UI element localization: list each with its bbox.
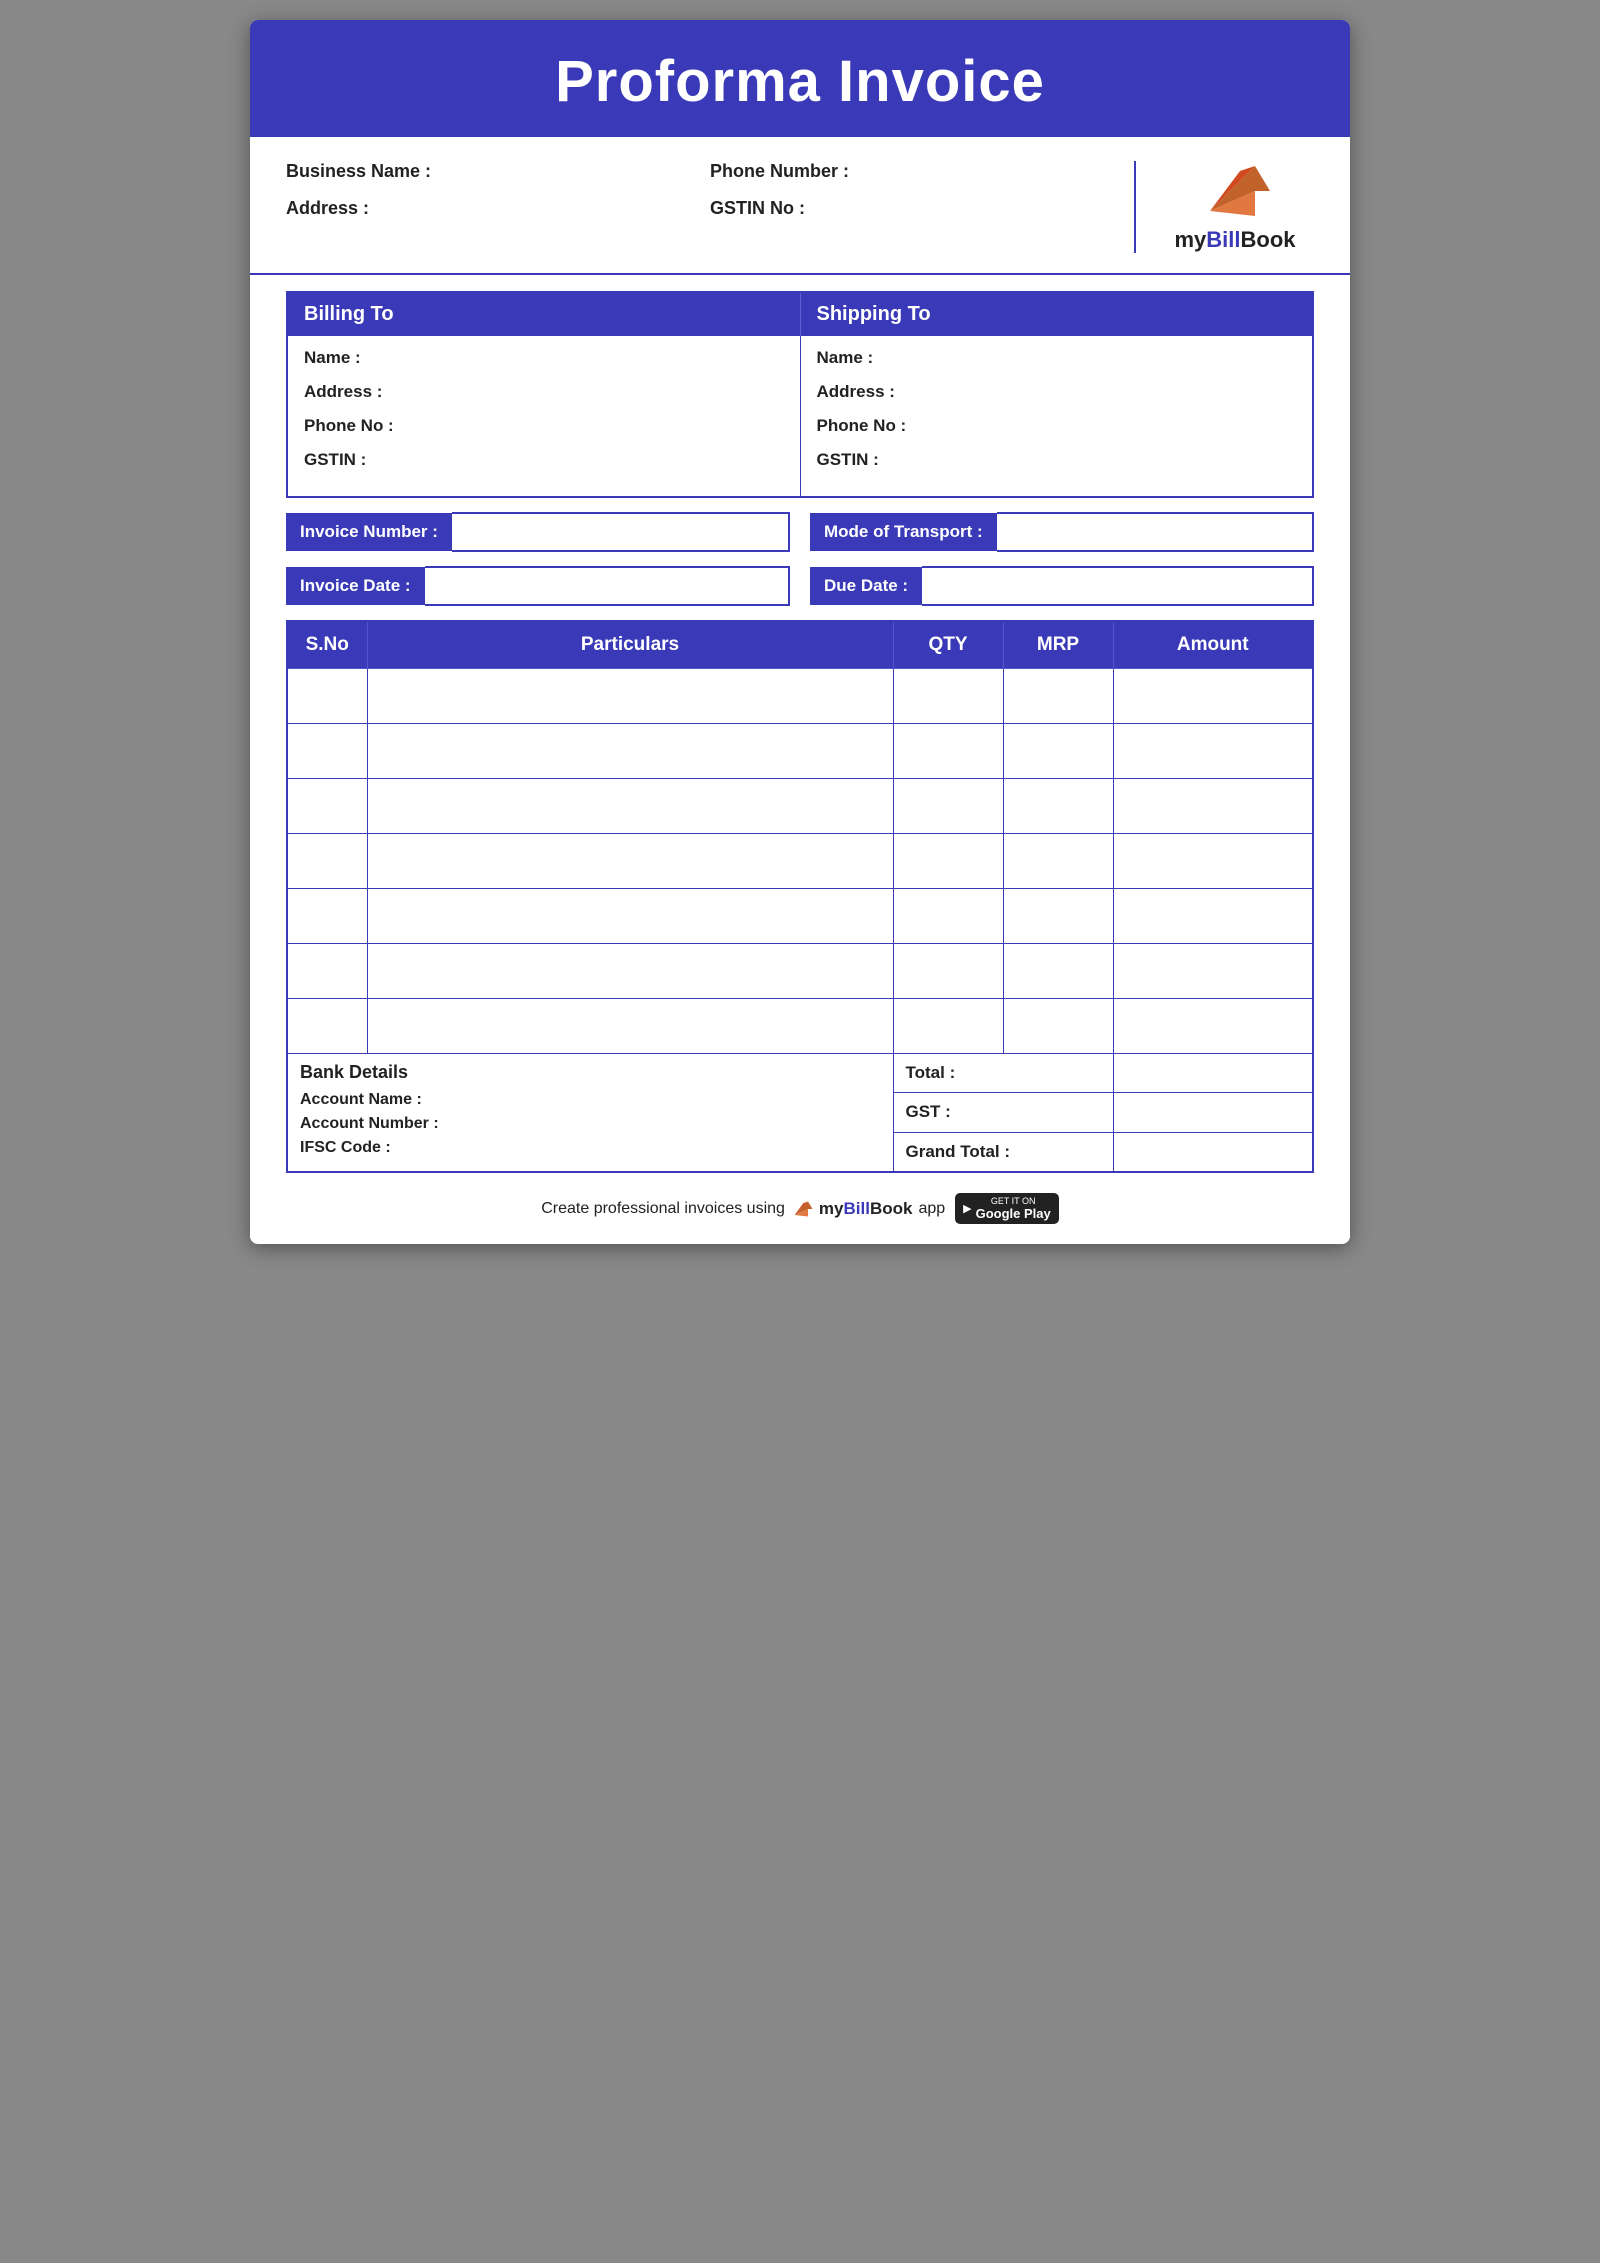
ifsc-label: IFSC Code : [300,1139,881,1157]
shipping-gstin: GSTIN : [817,450,1297,470]
footer: Create professional invoices using myBil… [250,1193,1350,1224]
shipping-to-header: Shipping To [801,293,1313,336]
table-row [287,999,1313,1054]
account-number-label: Account Number : [300,1115,881,1133]
col-header-amount: Amount [1113,621,1313,669]
table-body [287,669,1313,1054]
google-play-name: Google Play [976,1206,1051,1221]
items-table: S.No Particulars QTY MRP Amount Bank Det… [286,620,1314,1173]
billing-phone: Phone No : [304,416,784,436]
logo-container: myBillBook [1174,161,1295,253]
mybillbook-logo-icon [1200,161,1270,221]
logo-book: Book [1241,227,1296,252]
total-label: Total : [906,1063,956,1082]
table-header: S.No Particulars QTY MRP Amount [287,621,1313,669]
due-date-group: Due Date : [810,566,1314,606]
table-row [287,944,1313,999]
business-address-label: Address : [286,198,690,219]
gst-label-cell: GST : [893,1093,1113,1132]
billing-gstin: GSTIN : [304,450,784,470]
invoice-date-label: Invoice Date : [286,567,425,605]
shipping-name: Name : [817,348,1297,368]
shipping-address: Address : [817,382,1297,402]
transport-label: Mode of Transport : [810,513,997,551]
google-play-get: GET IT ON [976,1196,1051,1206]
grand-total-label-cell: Grand Total : [893,1132,1113,1172]
due-date-input[interactable] [922,566,1314,606]
transport-input[interactable] [997,512,1314,552]
billing-col-right: Name : Address : Phone No : GSTIN : [801,336,1313,496]
col-header-mrp: MRP [1003,621,1113,669]
business-section: Business Name : Address : Phone Number :… [250,137,1350,275]
invoice-number-input[interactable] [452,512,790,552]
grand-total-label: Grand Total : [906,1142,1011,1161]
mybillbook-logo-text: myBillBook [1174,227,1295,253]
billing-to-header: Billing To [288,293,801,336]
table-footer: Bank Details Account Name : Account Numb… [287,1054,1313,1173]
footer-text: Create professional invoices using [541,1200,785,1218]
table-row [287,889,1313,944]
header-banner: Proforma Invoice [250,20,1350,137]
gst-value-cell [1113,1093,1313,1132]
total-row: Bank Details Account Name : Account Numb… [287,1054,1313,1093]
invoice-number-label: Invoice Number : [286,513,452,551]
invoice-fields-row1: Invoice Number : Mode of Transport : [286,512,1314,552]
due-date-label: Due Date : [810,567,922,605]
page-title: Proforma Invoice [250,48,1350,115]
logo-my: my [1174,227,1206,252]
gst-label: GST : [906,1102,951,1121]
google-play-icon: ▶ [963,1202,971,1215]
bank-details-cell: Bank Details Account Name : Account Numb… [287,1054,893,1173]
billing-name: Name : [304,348,784,368]
billing-body: Name : Address : Phone No : GSTIN : Name… [288,336,1312,496]
business-name-label: Business Name : [286,161,690,182]
billing-address: Address : [304,382,784,402]
footer-app-label: app [918,1200,945,1218]
footer-brand-my: my [819,1199,844,1218]
business-gstin-label: GSTIN No : [710,198,1114,219]
table-row [287,834,1313,889]
business-left: Business Name : Address : [286,161,690,253]
billing-section: Billing To Shipping To Name : Address : … [286,291,1314,498]
business-logo-area: myBillBook [1134,161,1314,253]
shipping-phone: Phone No : [817,416,1297,436]
col-header-sno: S.No [287,621,367,669]
invoice-date-group: Invoice Date : [286,566,790,606]
logo-bill: Bill [1206,227,1240,252]
total-label-cell: Total : [893,1054,1113,1093]
col-header-qty: QTY [893,621,1003,669]
business-phone-label: Phone Number : [710,161,1114,182]
billing-col-left: Name : Address : Phone No : GSTIN : [288,336,801,496]
bank-details-title: Bank Details [300,1062,881,1083]
col-header-particulars: Particulars [367,621,893,669]
footer-brand-book: Book [870,1199,913,1218]
business-mid: Phone Number : GSTIN No : [710,161,1114,253]
invoice-date-input[interactable] [425,566,790,606]
table-row [287,779,1313,834]
footer-logo-icon [791,1200,813,1218]
table-row [287,724,1313,779]
invoice-page: Proforma Invoice Business Name : Address… [250,20,1350,1244]
invoice-number-group: Invoice Number : [286,512,790,552]
footer-brand: myBillBook [819,1199,913,1219]
google-play-badge[interactable]: ▶ GET IT ON Google Play [955,1193,1059,1224]
table-row [287,669,1313,724]
transport-group: Mode of Transport : [810,512,1314,552]
footer-brand-bill: Bill [844,1199,870,1218]
grand-total-value-cell [1113,1132,1313,1172]
billing-header: Billing To Shipping To [288,293,1312,336]
account-name-label: Account Name : [300,1091,881,1109]
total-value-cell [1113,1054,1313,1093]
invoice-fields-row2: Invoice Date : Due Date : [286,566,1314,606]
